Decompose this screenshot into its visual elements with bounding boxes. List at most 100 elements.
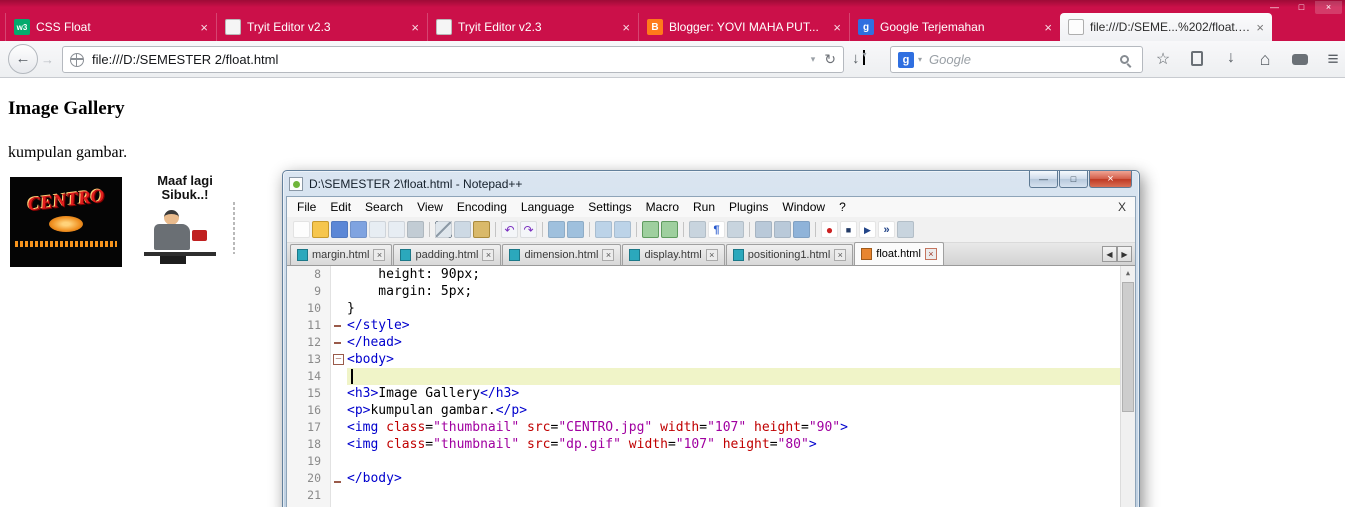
open-icon[interactable] — [312, 221, 329, 238]
save-all-icon[interactable] — [350, 221, 367, 238]
new-file-icon[interactable] — [293, 221, 310, 238]
back-button[interactable]: ← — [8, 44, 38, 74]
fold-margin-cell[interactable] — [332, 317, 347, 334]
sync-horizontal-icon[interactable] — [661, 221, 678, 238]
search-engine-caret-icon[interactable]: ▾ — [918, 55, 922, 64]
tab-scroll-left-icon[interactable]: ◀ — [1102, 246, 1117, 262]
code-line-17[interactable]: <img class="thumbnail" src="CENTRO.jpg" … — [347, 419, 1120, 436]
code-line-13[interactable]: <body> — [347, 351, 1120, 368]
scrollbar-thumb[interactable] — [1122, 282, 1134, 412]
url-text[interactable]: file:///D:/SEMESTER 2/float.html — [92, 52, 811, 67]
code-area[interactable]: height: 90px; margin: 5px;} </style> </hea… — [347, 266, 1120, 507]
copy-icon[interactable] — [454, 221, 471, 238]
search-icon[interactable] — [1120, 55, 1129, 64]
menu-file[interactable]: File — [290, 197, 323, 214]
notepadpp-titlebar[interactable]: D:\SEMESTER 2\float.html - Notepad++ — □… — [286, 171, 1136, 196]
code-line-9[interactable]: margin: 5px; — [347, 283, 1120, 300]
browser-tab-css-float[interactable]: w3 CSS Float × — [5, 13, 216, 41]
replace-icon[interactable] — [567, 221, 584, 238]
downloads-icon[interactable]: ↓ — [1218, 49, 1244, 67]
chat-icon[interactable] — [1287, 49, 1313, 70]
scroll-up-icon[interactable]: ▲ — [1121, 266, 1135, 277]
browser-tab-blogger[interactable]: B Blogger: YOVI MAHA PUT... × — [638, 13, 849, 41]
bookmark-star-icon[interactable]: ☆ — [1150, 49, 1176, 69]
download-button[interactable]: ↓ ▾ — [852, 50, 867, 67]
document-tab-dimension.html[interactable]: dimension.html × — [502, 244, 622, 265]
browser-tab-tryit-2[interactable]: Tryit Editor v2.3 × — [427, 13, 638, 41]
window-close-button[interactable]: × — [1315, 1, 1342, 14]
paste-icon[interactable] — [473, 221, 490, 238]
reload-icon[interactable]: ↻ — [824, 51, 836, 68]
function-list-icon[interactable] — [774, 221, 791, 238]
document-tab-positioning1.html[interactable]: positioning1.html × — [725, 244, 854, 265]
save-macro-icon[interactable] — [897, 221, 914, 238]
indent-guide-icon[interactable] — [727, 221, 744, 238]
tab-close-icon[interactable]: × — [373, 249, 386, 261]
show-all-characters-icon[interactable]: ¶ — [708, 221, 725, 238]
menu-edit[interactable]: Edit — [323, 197, 358, 214]
fold-collapse-icon[interactable]: – — [333, 354, 344, 365]
menu-view[interactable]: View — [410, 197, 450, 214]
code-line-16[interactable]: <p>kumpulan gambar.</p> — [347, 402, 1120, 419]
sync-vertical-icon[interactable] — [642, 221, 659, 238]
cut-icon[interactable] — [435, 221, 452, 238]
print-icon[interactable] — [407, 221, 424, 238]
tab-close-icon[interactable]: × — [1256, 20, 1264, 35]
code-line-15[interactable]: <h3>Image Gallery</h3> — [347, 385, 1120, 402]
close-all-icon[interactable] — [388, 221, 405, 238]
code-line-12[interactable]: </head> — [347, 334, 1120, 351]
editor[interactable]: 8 9 10 11 12 13 14 15 16 17 18 19 20 21 – height: 90p… — [287, 266, 1135, 507]
tab-close-icon[interactable]: × — [834, 249, 847, 261]
monitor-icon[interactable] — [793, 221, 810, 238]
window-close-button[interactable]: × — [1089, 171, 1132, 188]
tab-close-icon[interactable]: × — [705, 249, 718, 261]
fold-margin-cell[interactable]: – — [332, 354, 347, 371]
zoom-in-icon[interactable] — [595, 221, 612, 238]
tab-close-icon[interactable]: × — [602, 249, 615, 261]
code-line-21[interactable] — [347, 487, 1120, 504]
site-identity-icon[interactable] — [70, 52, 84, 67]
tab-close-icon[interactable]: × — [924, 248, 937, 260]
code-line-11[interactable]: </style> — [347, 317, 1120, 334]
window-maximize-button[interactable]: □ — [1288, 1, 1315, 14]
zoom-out-icon[interactable] — [614, 221, 631, 238]
tab-close-icon[interactable]: × — [200, 20, 208, 35]
home-icon[interactable]: ⌂ — [1252, 49, 1278, 70]
document-tab-float.html[interactable]: float.html × — [854, 242, 944, 265]
browser-tab-google-translate[interactable]: g Google Terjemahan × — [849, 13, 1060, 41]
tab-close-icon[interactable]: × — [411, 20, 419, 35]
run-macro-multiple-icon[interactable]: » — [878, 221, 895, 238]
editor-scrollbar[interactable]: ▲ — [1120, 266, 1135, 507]
word-wrap-icon[interactable] — [689, 221, 706, 238]
window-minimize-button[interactable]: — — [1029, 171, 1058, 188]
menu-help[interactable]: ? — [832, 197, 853, 214]
menu-window[interactable]: Window — [775, 197, 832, 214]
playback-macro-icon[interactable]: ▶ — [859, 221, 876, 238]
code-line-19[interactable] — [347, 453, 1120, 470]
menu-run[interactable]: Run — [686, 197, 722, 214]
forward-button[interactable]: → — [41, 52, 54, 67]
document-tab-margin.html[interactable]: margin.html × — [290, 244, 393, 265]
browser-tab-float-html[interactable]: file:///D:/SEME...%202/float.html × — [1060, 13, 1272, 41]
tab-close-icon[interactable]: × — [833, 20, 841, 35]
menu-icon[interactable]: ≡ — [1320, 49, 1345, 71]
tab-close-icon[interactable]: × — [482, 249, 495, 261]
bookmarks-menu-icon[interactable] — [1184, 49, 1210, 71]
url-bar[interactable]: file:///D:/SEMESTER 2/float.html ▾ ↻ — [62, 46, 844, 73]
tab-scroll-right-icon[interactable]: ▶ — [1117, 246, 1132, 262]
stop-record-icon[interactable]: ■ — [840, 221, 857, 238]
menu-search[interactable]: Search — [358, 197, 410, 214]
code-line-14[interactable] — [347, 368, 1120, 385]
find-icon[interactable] — [548, 221, 565, 238]
tab-close-icon[interactable]: × — [622, 20, 630, 35]
document-tab-display.html[interactable]: display.html × — [622, 244, 725, 265]
code-line-20[interactable]: </body> — [347, 470, 1120, 487]
record-macro-icon[interactable]: ● — [821, 221, 838, 238]
url-dropdown-icon[interactable]: ▾ — [811, 54, 816, 65]
document-tab-padding.html[interactable]: padding.html × — [393, 244, 502, 265]
search-bar[interactable]: g ▾ Google — [890, 46, 1143, 73]
google-engine-icon[interactable]: g — [898, 51, 914, 68]
browser-tab-tryit-1[interactable]: Tryit Editor v2.3 × — [216, 13, 427, 41]
code-line-10[interactable]: } — [347, 300, 1120, 317]
menu-encoding[interactable]: Encoding — [450, 197, 514, 214]
